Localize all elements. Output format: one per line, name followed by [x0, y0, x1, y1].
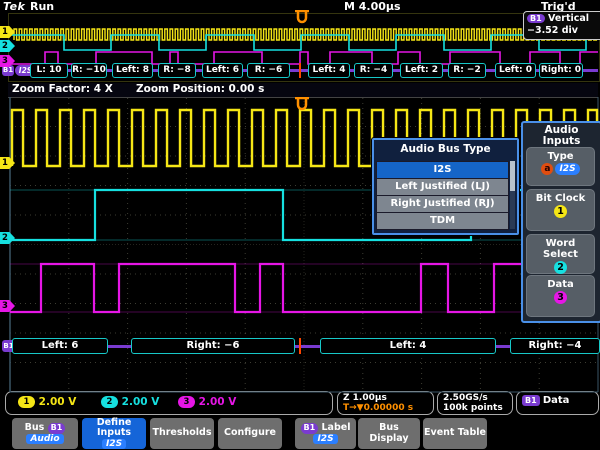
vertical-value: −3.52 div — [527, 25, 600, 37]
vertical-label: Vertical — [548, 13, 589, 24]
menu-button-label: Inputs — [97, 427, 131, 438]
menu-define-inputs-button[interactable]: DefineInputsI2S — [82, 418, 146, 449]
menu-bus-button[interactable]: Bus B1Audio — [12, 418, 78, 449]
bus-decode-word: Left: 4 — [308, 63, 350, 78]
bus-decode-word: Left: 4 — [320, 338, 496, 354]
bus-decode-word: R: −10 — [71, 63, 107, 78]
menu-event-table-button[interactable]: Event Table — [423, 418, 487, 449]
menu-button-label: Thresholds — [152, 427, 211, 438]
bus-decode-word: R: −2 — [448, 63, 486, 78]
menu-badge: I2S — [313, 434, 337, 445]
menu-label-button[interactable]: B1 LabelI2S — [295, 418, 356, 449]
bus-decode-word: L: 10 — [30, 63, 68, 78]
bus-decode-word: Left: 6 — [12, 338, 108, 354]
popup-item-right-justified-rj[interactable]: Right Justified (RJ) — [376, 195, 509, 213]
bus-decode-word: Right: 0 — [539, 63, 583, 78]
bus-decode-word: R: −8 — [158, 63, 196, 78]
menu-button-label: Define — [97, 417, 132, 428]
trigger-tick — [299, 63, 301, 78]
side-menu-type-button[interactable]: TypeaI2S — [526, 147, 595, 186]
bus-decode-word: R: −6 — [247, 63, 290, 78]
menu-badge: B1 — [301, 423, 319, 434]
zoom-bus-decode-row: B1 I2S Left: 6Right: −6Left: 4Right: −4 — [0, 338, 600, 355]
source-badge: 2 — [554, 261, 567, 274]
menu-button-label: Event Table — [424, 427, 486, 438]
popup-title: Audio Bus Type — [374, 140, 517, 159]
zoom-trigger-position-icon[interactable] — [293, 97, 311, 113]
side-menu-word-select-button[interactable]: Word Select2 — [526, 234, 595, 274]
bus-vertical-badge: B1 Vertical −3.52 div — [523, 11, 600, 40]
bus-decode-word: Left: 8 — [112, 63, 153, 78]
menu-configure-button[interactable]: Configure — [218, 418, 282, 449]
popup-scrollbar-thumb[interactable] — [510, 161, 515, 191]
overview-word-select-trace — [10, 35, 598, 50]
menu-bus-display-button[interactable]: Bus Display — [358, 418, 420, 449]
menu-thresholds-button[interactable]: Thresholds — [150, 418, 214, 449]
bus-decode-word: Right: −4 — [510, 338, 600, 354]
audio-inputs-panel: Audio Inputs TypeaI2SBit Clock1Word Sele… — [521, 121, 600, 323]
menu-badge: B1 — [48, 423, 66, 434]
audio-bus-type-popup: Audio Bus Type I2SLeft Justified (LJ)Rig… — [372, 138, 519, 235]
side-menu-data-button[interactable]: Data3 — [526, 275, 595, 317]
source-badge: 3 — [554, 291, 567, 304]
menu-button-label: Bus — [25, 422, 48, 433]
popup-scrollbar[interactable] — [510, 161, 515, 229]
side-menu-label: Bit Clock — [527, 190, 594, 204]
source-badge: 1 — [554, 205, 567, 218]
bus-decode-word: R: −4 — [354, 63, 393, 78]
bus-decode-word: Left: 0 — [495, 63, 536, 78]
side-menu-label: Word Select — [527, 235, 594, 260]
popup-item-left-justified-lj[interactable]: Left Justified (LJ) — [376, 178, 509, 196]
oscilloscope-screen: Tek Run M 4.00µs Trig'd 1 2 3 B1 I2S L: … — [0, 0, 600, 450]
popup-item-i2s[interactable]: I2S — [376, 161, 509, 179]
menu-button-label: Bus Display — [369, 422, 408, 444]
popup-item-tdm[interactable]: TDM — [376, 212, 509, 230]
bus-decode-word: Left: 6 — [202, 63, 243, 78]
source-badge: I2S — [555, 163, 579, 175]
overview-bus-decode-row: B1 I2S L: 10R: −10Left: 8R: −8Left: 6R: … — [0, 63, 600, 79]
b1-badge: B1 — [527, 14, 545, 23]
menu-badge: Audio — [26, 434, 63, 445]
menu-button-label: Label — [318, 422, 350, 433]
trigger-position-icon[interactable] — [293, 10, 311, 26]
side-menu-bit-clock-button[interactable]: Bit Clock1 — [526, 189, 595, 231]
bus-decode-word: Left: 2 — [400, 63, 443, 78]
panel-title-line2: Inputs — [523, 136, 600, 147]
source-badge: a — [541, 163, 553, 175]
side-menu-label: Data — [527, 276, 594, 290]
bus-decode-word: Right: −6 — [131, 338, 295, 354]
menu-button-label: Configure — [224, 427, 276, 438]
menu-badge: I2S — [102, 439, 126, 450]
side-menu-label: Type — [527, 148, 594, 162]
trigger-tick — [299, 338, 301, 354]
